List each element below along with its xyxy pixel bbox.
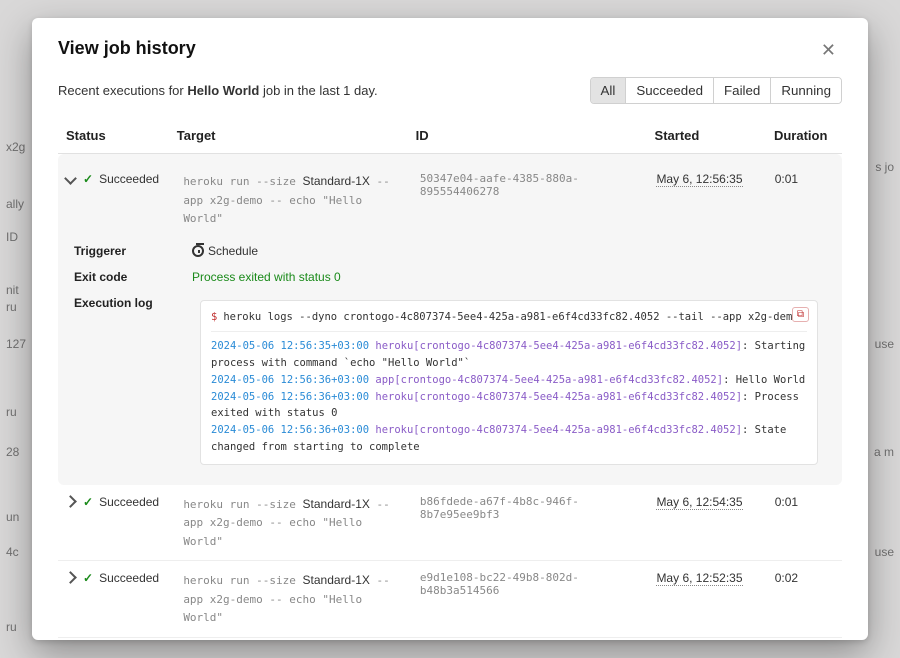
execution-log: ⧉ $ heroku logs --dyno crontogo-4c807374…	[200, 300, 818, 465]
schedule-icon	[192, 245, 204, 257]
filter-succeeded[interactable]: Succeeded	[626, 78, 714, 103]
job-id: b86fdede-a67f-4b8c-946f-8b7e95ee9bf3	[412, 485, 649, 561]
job-history-table: Status Target ID Started Duration	[58, 118, 842, 485]
col-id: ID	[408, 118, 647, 154]
log-command: heroku logs --dyno crontogo-4c807374-5ee…	[223, 309, 798, 326]
target: heroku run --size Standard-1X --app x2g-…	[175, 637, 412, 640]
filter-failed[interactable]: Failed	[714, 78, 771, 103]
check-icon: ✓	[83, 172, 93, 186]
triggerer-value: Schedule	[192, 244, 826, 258]
col-target: Target	[169, 118, 408, 154]
col-started: Started	[647, 118, 766, 154]
prompt-icon: $	[211, 309, 217, 326]
started-time: May 6, 12:54:35	[656, 495, 742, 510]
expanded-row: ✓ Succeeded heroku run --size Standard-1…	[58, 154, 842, 485]
row-toggle[interactable]: ✓Succeeded	[66, 495, 167, 509]
job-id: 200c522a-6821-45ab-8a1d-5abd4d936040	[412, 637, 649, 640]
check-icon: ✓	[83, 571, 93, 585]
modal-title: View job history	[58, 38, 196, 59]
job-id: 50347e04-aafe-4385-880a-895554406278	[412, 162, 649, 238]
target: heroku run --size Standard-1X --app x2g-…	[175, 485, 412, 561]
row-toggle[interactable]: ✓ Succeeded	[66, 172, 167, 186]
duration: 0:02	[767, 561, 842, 638]
started-time: May 6, 12:52:35	[656, 571, 742, 586]
row-toggle[interactable]: ✓Succeeded	[66, 571, 167, 585]
subtitle: Recent executions for Hello World job in…	[58, 83, 378, 98]
copy-icon: ⧉	[797, 309, 804, 320]
status-filter-group: All Succeeded Failed Running	[590, 77, 842, 104]
duration: 0:01	[767, 162, 842, 238]
copy-button[interactable]: ⧉	[792, 307, 809, 322]
chevron-right-icon	[64, 572, 77, 585]
target: heroku run --size Standard-1X --app x2g-…	[175, 561, 412, 638]
started-time: May 6, 12:56:35	[656, 172, 742, 187]
col-status: Status	[58, 118, 169, 154]
filter-all[interactable]: All	[591, 78, 627, 103]
duration: 0:01	[767, 485, 842, 561]
table-row: ✓Succeeded heroku run --size Standard-1X …	[58, 561, 842, 638]
table-row: ✓Succeededheroku run --size Standard-1X …	[58, 637, 842, 640]
exit-code-label: Exit code	[74, 270, 192, 284]
table-row: ✓Succeeded heroku run --size Standard-1X …	[58, 485, 842, 561]
exit-code-value: Process exited with status 0	[192, 270, 826, 284]
execution-log-label: Execution log	[74, 296, 192, 310]
chevron-down-icon	[64, 172, 77, 185]
check-icon: ✓	[83, 495, 93, 509]
close-button[interactable]: ✕	[815, 38, 842, 63]
job-history-modal: View job history ✕ Recent executions for…	[32, 18, 868, 640]
duration: 0:01	[767, 637, 842, 640]
job-id: e9d1e108-bc22-49b8-802d-b48b3a514566	[412, 561, 649, 638]
chevron-right-icon	[64, 495, 77, 508]
triggerer-label: Triggerer	[74, 244, 192, 258]
close-icon: ✕	[821, 40, 836, 60]
filter-running[interactable]: Running	[771, 78, 841, 103]
col-duration: Duration	[766, 118, 842, 154]
